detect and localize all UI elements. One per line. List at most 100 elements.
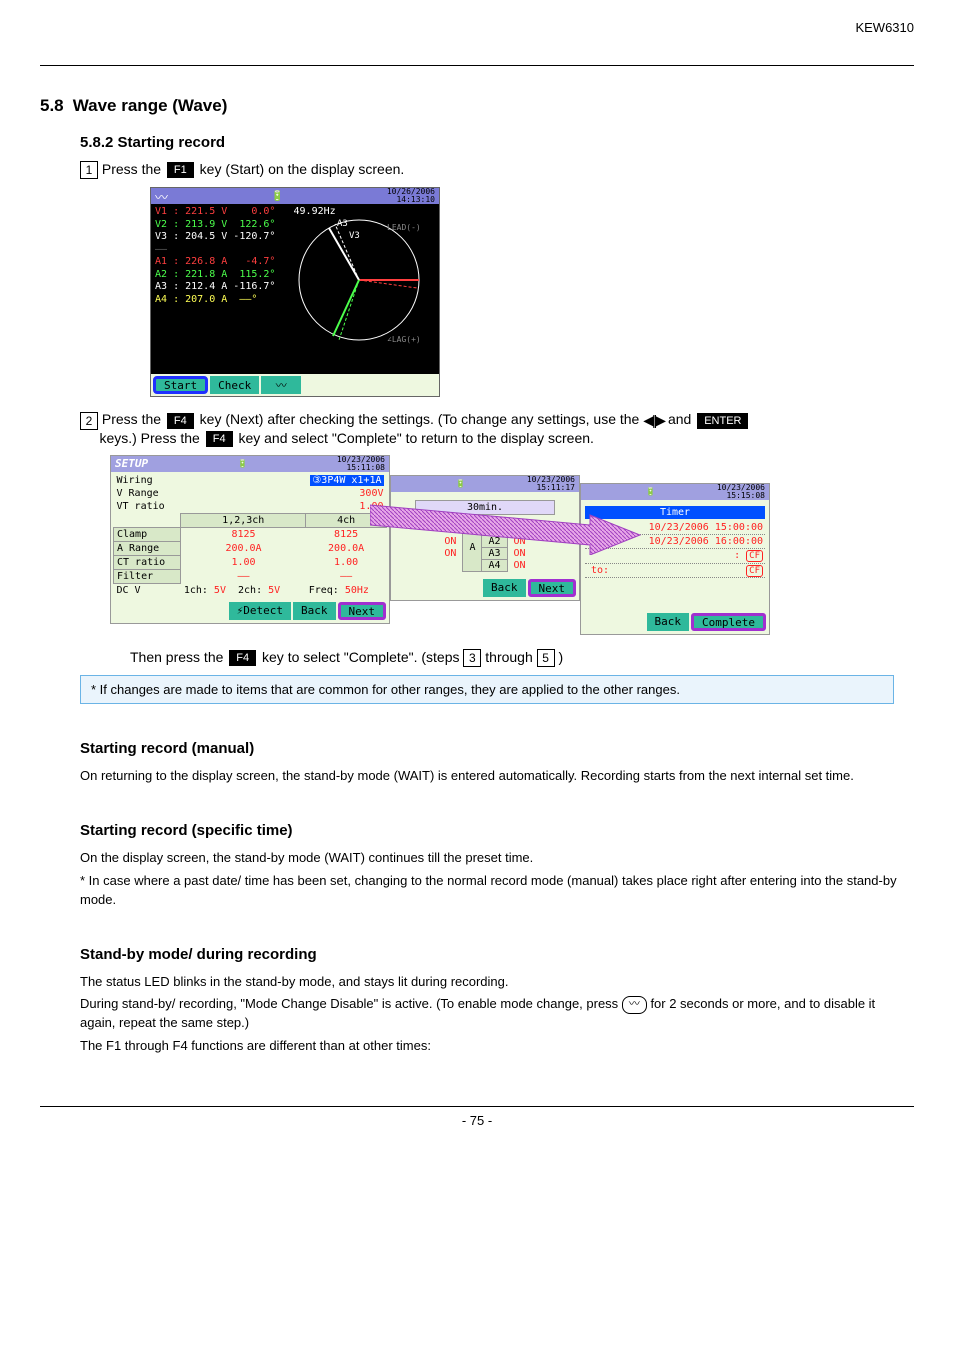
panel2-footer: Back Next [391,576,579,600]
step-2-num: 2 [80,412,98,430]
cursor-keys-icon: ◀||▶ [643,412,664,428]
s2f-0: Then press the [130,649,227,665]
page-header: KEW6310 [40,20,914,35]
p2-l4 [438,559,463,571]
panel3-footer: Back Complete [581,610,769,634]
cf-badge-1: CF [746,550,763,562]
next-button-1[interactable]: Next [338,602,387,620]
shot1-body: V1 : 221.5 V 0.0° 49.92Hz V2 : 213.9 V 1… [151,204,439,374]
step2-p0: Press the [102,411,165,427]
lbl-vrange: V Range [114,487,181,500]
setup-panel-3: 🔋 10/23/2006 15:15:08 Timer 10/23/2006 1… [580,483,770,635]
cf-row-1: : CF [585,549,765,564]
val-arange1[interactable]: 200.0A [181,541,306,555]
note-box: * If changes are made to items that are … [80,675,894,704]
p2-r1[interactable]: ON [507,523,532,535]
f1-key: F1 [167,162,194,178]
val-vrange[interactable]: 300V [181,487,387,500]
body1: On returning to the display screen, the … [80,767,914,786]
hdr-4ch: 4ch [306,513,387,527]
battery-icon: 🔋 [456,479,466,488]
interval-value[interactable]: 30min. [415,500,555,515]
s2f-6: ) [559,649,564,665]
wave-toggle-button[interactable]: 〰 [261,376,301,394]
panel1-dt: 10/23/2006 15:11:08 [337,456,385,472]
back-button-3[interactable]: Back [647,613,690,631]
p2-r2[interactable]: ON [507,535,532,547]
f4-key-3: F4 [229,650,256,666]
val-dcv1[interactable]: 1ch: 5V 2ch: 5V [181,583,306,597]
label-a3: A3 [337,219,348,229]
section-title: Wave range (Wave) [73,96,228,115]
val-arange2[interactable]: 200.0A [306,541,387,555]
panel3-header: 🔋 10/23/2006 15:15:08 [581,484,769,500]
val-filter1[interactable]: —— [181,569,306,583]
panel1-title: SETUP [115,457,148,470]
shot1-datetime: 10/26/200614:13:10 [387,188,435,204]
s2f-2: key to select "Complete". (steps [262,649,463,665]
val-clamp2[interactable]: 8125 [306,527,387,541]
val-ct1[interactable]: 1.00 [181,555,306,569]
label-lead: LEAD(-) [387,223,421,232]
step-2: 2 Press the F4 key (Next) after checking… [80,411,914,447]
setup-panels: SETUP 🔋 10/23/2006 15:11:08 Wiring③3P4W … [110,455,914,635]
setup-panel-2: 🔋 10/23/2006 15:11:17 30min. ONAA1ON ONA… [390,475,580,601]
s2f-4: through [485,649,536,665]
panel1-body: Wiring③3P4W x1+1A V Range300V VT ratio1.… [111,472,389,599]
step-ref-3: 3 [463,649,481,667]
p2-l3: ON [438,547,463,559]
step-1-before: Press the [102,161,165,177]
p2-a4: A4 [482,559,507,571]
val-vtratio[interactable]: 1.00 [181,500,387,514]
shot1-header: 〰 🔋 10/26/200614:13:10 [151,188,439,204]
back-button-1[interactable]: Back [293,602,336,620]
p2-r3[interactable]: ON [507,547,532,559]
f4-key-1: F4 [167,413,194,429]
val-wiring[interactable]: ③3P4W x1+1A [310,475,383,486]
detect-button[interactable]: ⚡Detect [229,602,291,620]
next-button-2[interactable]: Next [528,579,577,597]
lbl-filter: Filter [114,569,181,583]
p2-a-label: A [463,523,482,571]
lbl-clamp: Clamp [114,527,181,541]
section-num: 5.8 [40,96,68,116]
val-clamp1[interactable]: 8125 [181,527,306,541]
p2-r4[interactable]: ON [507,559,532,571]
complete-button[interactable]: Complete [691,613,766,631]
sub2-title: Starting record (manual) [80,740,914,757]
body2-1: * In case where a past date/ time has be… [80,872,914,910]
cf-badge-2: CF [746,565,763,577]
sub-heading-1: 5.8.2 Starting record [80,134,914,151]
start-button[interactable]: Start [153,376,208,394]
lbl-vtratio: VT ratio [114,500,181,514]
battery-icon: 🔋 [646,487,656,496]
p2-a1: A1 [482,523,507,535]
timer-header: Timer [585,506,765,519]
enter-key: ENTER [697,413,748,429]
p2-a2: A2 [482,535,507,547]
body4: The F1 through F4 functions are differen… [80,1037,914,1056]
sub1-num: 5.8.2 [80,134,113,151]
panel1-header: SETUP 🔋 10/23/2006 15:11:08 [111,456,389,472]
timer-end[interactable]: 10/23/2006 16:00:00 [585,535,765,549]
cf-row-2: to: CF [585,564,765,578]
battery-icon: 🔋 [271,191,283,202]
p2-a3: A3 [482,547,507,559]
val-filter2[interactable]: —— [306,569,387,583]
step-1-num: 1 [80,161,98,179]
back-button-2[interactable]: Back [483,579,526,597]
timer-start[interactable]: 10/23/2006 15:00:00 [585,521,765,535]
step-ref-5: 5 [537,649,555,667]
shot1-footer: Start Check 〰 [151,374,439,396]
p2-l1: ON [438,523,463,535]
section-heading: 5.8 Wave range (Wave) [40,96,914,116]
check-button[interactable]: Check [210,376,259,394]
label-v3: V3 [349,231,360,241]
panel2-header: 🔋 10/23/2006 15:11:17 [391,476,579,492]
val-dcv-freq[interactable]: Freq: 50Hz [306,583,387,597]
phasor-diagram: V3 A3 LEAD(-) ∠LAG(+) [289,210,429,350]
body3-0: The status LED blinks in the stand-by mo… [80,973,914,992]
sub3-title: Starting record (specific time) [80,822,914,839]
bottom-rule [40,1106,914,1107]
val-ct2[interactable]: 1.00 [306,555,387,569]
